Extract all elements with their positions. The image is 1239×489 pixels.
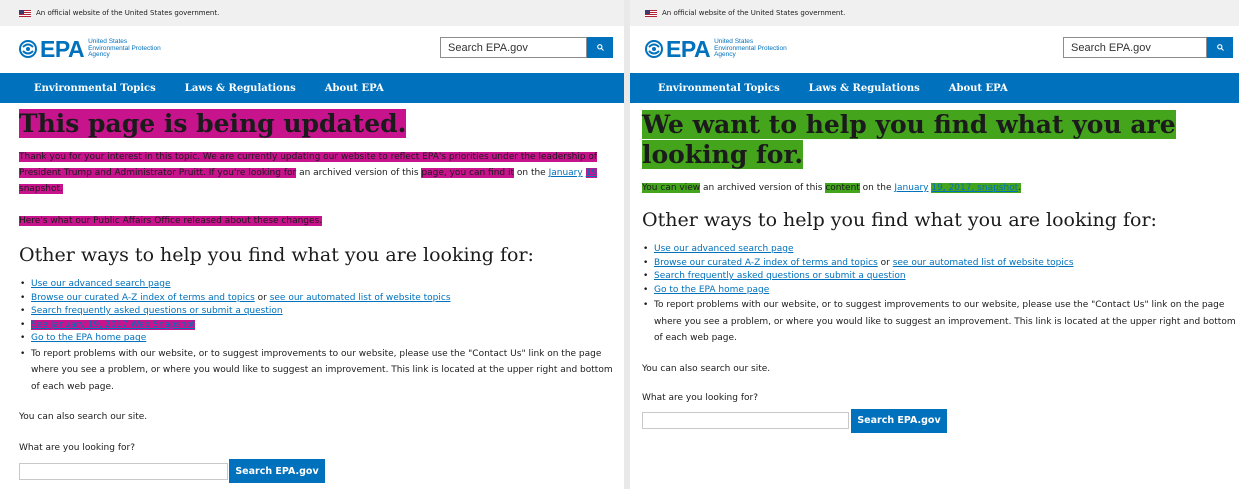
other-ways-heading: Other ways to help you find what you are… bbox=[19, 244, 534, 266]
site-search-input[interactable] bbox=[19, 462, 228, 480]
list-item: Browse our curated A-Z index of terms an… bbox=[642, 257, 1239, 271]
site-search-button[interactable]: Search EPA.gov bbox=[851, 408, 947, 433]
search-icon bbox=[596, 44, 604, 51]
faq-link[interactable]: Search frequently asked questions or sub… bbox=[31, 306, 283, 316]
gov-banner-text: An official website of the United States… bbox=[36, 9, 220, 17]
header-search bbox=[440, 37, 613, 58]
looking-label: What are you looking for? bbox=[642, 392, 758, 403]
agency-name: United States Environmental Protection A… bbox=[714, 38, 787, 59]
list-item: To report problems with our website, or … bbox=[642, 297, 1239, 347]
also-search-text: You can also search our site. bbox=[19, 412, 148, 423]
january-19-link[interactable]: 19 bbox=[585, 168, 598, 178]
website-topics-link[interactable]: see our automated list of website topics bbox=[270, 293, 451, 303]
list-item: Go to the EPA home page bbox=[642, 284, 1239, 298]
az-index-link[interactable]: Browse our curated A-Z index of terms an… bbox=[654, 258, 878, 268]
gov-banner-text: An official website of the United States… bbox=[662, 9, 846, 17]
main-nav: Environmental Topics Laws & Regulations … bbox=[630, 73, 1239, 103]
faq-link[interactable]: Search frequently asked questions or sub… bbox=[654, 271, 906, 281]
gov-banner: An official website of the United States… bbox=[0, 0, 624, 26]
looking-label: What are you looking for? bbox=[19, 443, 135, 454]
list-item: See January 19, 2017 Web Snapshot bbox=[19, 319, 616, 333]
report-problems-text: To report problems with our website, or … bbox=[31, 348, 613, 392]
header-search bbox=[1063, 37, 1233, 58]
january-link[interactable]: January bbox=[549, 168, 583, 178]
logo-acronym: EPA bbox=[40, 36, 85, 62]
epa-logo[interactable]: EPA United States Environmental Protecti… bbox=[19, 36, 161, 62]
site-header: EPA United States Environmental Protecti… bbox=[630, 26, 1239, 73]
page-right-current: An official website of the United States… bbox=[630, 0, 1239, 489]
list-item: To report problems with our website, or … bbox=[19, 346, 616, 396]
nav-environmental-topics[interactable]: Environmental Topics bbox=[34, 83, 156, 94]
epa-seal-icon bbox=[19, 40, 37, 58]
list-item: Browse our curated A-Z index of terms an… bbox=[19, 292, 616, 306]
main-nav: Environmental Topics Laws & Regulations … bbox=[0, 73, 624, 103]
agency-name: United States Environmental Protection A… bbox=[88, 38, 161, 59]
intro-paragraph: You can view an archived version of this… bbox=[642, 183, 1022, 193]
logo-acronym: EPA bbox=[666, 36, 711, 62]
nav-laws-regulations[interactable]: Laws & Regulations bbox=[809, 83, 920, 94]
help-link-list: Use our advanced search page Browse our … bbox=[19, 278, 616, 395]
list-item: Search frequently asked questions or sub… bbox=[19, 305, 616, 319]
list-item: Go to the EPA home page bbox=[19, 332, 616, 346]
header-search-input[interactable] bbox=[1063, 37, 1207, 58]
page-title: We want to help you find what you are lo… bbox=[642, 110, 1176, 169]
advanced-search-link[interactable]: Use our advanced search page bbox=[654, 244, 794, 254]
also-search-text: You can also search our site. bbox=[642, 363, 771, 374]
main-content: This page is being updated. Thank you fo… bbox=[19, 108, 616, 484]
press-note: Here's what our Public Affairs Office re… bbox=[19, 216, 323, 226]
nav-about-epa[interactable]: About EPA bbox=[325, 83, 384, 94]
us-flag-icon bbox=[645, 9, 657, 17]
page-title: This page is being updated. bbox=[19, 109, 407, 138]
list-item: Search frequently asked questions or sub… bbox=[642, 270, 1239, 284]
other-ways-heading: Other ways to help you find what you are… bbox=[642, 209, 1157, 231]
epa-home-link[interactable]: Go to the EPA home page bbox=[31, 333, 146, 343]
az-index-link[interactable]: Browse our curated A-Z index of terms an… bbox=[31, 293, 255, 303]
website-topics-link[interactable]: see our automated list of website topics bbox=[893, 258, 1074, 268]
intro-paragraph: Thank you for your interest in this topi… bbox=[19, 152, 598, 194]
epa-seal-icon bbox=[645, 40, 663, 58]
header-search-button[interactable] bbox=[1207, 37, 1233, 58]
help-link-list: Use our advanced search page Browse our … bbox=[642, 243, 1239, 347]
list-item: Use our advanced search page bbox=[19, 278, 616, 292]
site-search-button[interactable]: Search EPA.gov bbox=[229, 459, 325, 484]
main-content: We want to help you find what you are lo… bbox=[642, 110, 1239, 433]
header-search-input[interactable] bbox=[440, 37, 587, 58]
nav-environmental-topics[interactable]: Environmental Topics bbox=[658, 83, 780, 94]
report-problems-text: To report problems with our website, or … bbox=[654, 300, 1236, 344]
epa-logo[interactable]: EPA United States Environmental Protecti… bbox=[645, 36, 787, 62]
header-search-button[interactable] bbox=[587, 37, 613, 58]
advanced-search-link[interactable]: Use our advanced search page bbox=[31, 279, 171, 289]
site-search-input[interactable] bbox=[642, 412, 849, 430]
snapshot-link[interactable]: See January 19, 2017 Web Snapshot bbox=[31, 319, 196, 330]
nav-about-epa[interactable]: About EPA bbox=[949, 83, 1008, 94]
gov-banner: An official website of the United States… bbox=[630, 0, 1239, 26]
us-flag-icon bbox=[19, 9, 31, 17]
nav-laws-regulations[interactable]: Laws & Regulations bbox=[185, 83, 296, 94]
epa-home-link[interactable]: Go to the EPA home page bbox=[654, 285, 769, 295]
page-left-updated: An official website of the United States… bbox=[0, 0, 624, 489]
list-item: Use our advanced search page bbox=[642, 243, 1239, 257]
search-icon bbox=[1216, 44, 1224, 51]
snapshot-link[interactable]: 19, 2017, snapshot bbox=[931, 183, 1019, 193]
site-header: EPA United States Environmental Protecti… bbox=[0, 26, 624, 73]
january-link[interactable]: January bbox=[894, 183, 928, 193]
